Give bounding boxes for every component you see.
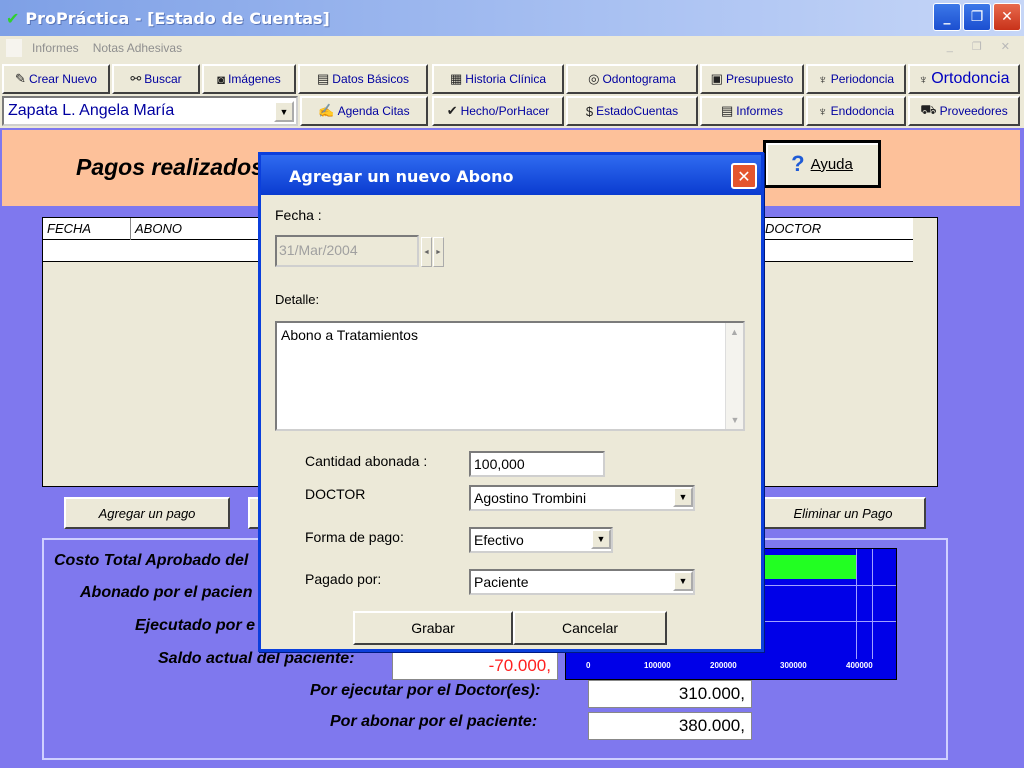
informes-button[interactable]: ▤ Informes: [700, 96, 804, 126]
payment-method-select[interactable]: Efectivo ▼: [469, 527, 613, 553]
save-button[interactable]: Grabar: [353, 611, 513, 645]
column-fecha[interactable]: FECHA: [43, 218, 131, 240]
payment-method-label: Forma de pago:: [305, 529, 404, 545]
patient-select[interactable]: Zapata L. Angela María ▼: [2, 96, 298, 126]
date-label: Fecha :: [275, 207, 322, 223]
check-icon: ✔: [446, 103, 458, 118]
help-button[interactable]: ? Ayuda: [763, 140, 881, 188]
historia-clinica-button[interactable]: ▦ Historia Clínica: [432, 64, 564, 94]
odontograma-button[interactable]: ◎ Odontograma: [566, 64, 698, 94]
chevron-down-icon[interactable]: ▼: [673, 571, 693, 591]
date-field[interactable]: 31/Mar/2004: [275, 235, 419, 267]
chevron-down-icon[interactable]: ▼: [591, 529, 611, 549]
proveedores-button[interactable]: ⛟ Proveedores: [908, 96, 1020, 126]
restore-icon[interactable]: ❐: [963, 3, 991, 31]
presupuesto-button[interactable]: ▣ Presupuesto: [700, 64, 804, 94]
chart-tick-label: 200000: [710, 661, 737, 670]
doctor-label: DOCTOR: [305, 486, 366, 502]
checkmark-icon: ✔: [6, 8, 20, 28]
delete-payment-button[interactable]: Eliminar un Pago: [760, 497, 926, 529]
imagenes-button[interactable]: ◙ Imágenes: [202, 64, 296, 94]
add-payment-button[interactable]: Agregar un pago: [64, 497, 230, 529]
camera-icon: ◙: [217, 71, 226, 87]
hecho-por-hacer-button[interactable]: ✔ Hecho/PorHacer: [432, 96, 564, 126]
column-doctor[interactable]: DOCTOR: [761, 218, 913, 240]
close-icon[interactable]: ✕: [731, 163, 757, 189]
paid-by-select[interactable]: Paciente ▼: [469, 569, 695, 595]
odontogram-icon: ◎: [588, 71, 600, 86]
page-title: Pagos realizados: [76, 154, 264, 180]
window-controls: _ ❐ ✕: [933, 3, 1021, 31]
ortodoncia-button[interactable]: ♆ Ortodoncia: [908, 64, 1020, 94]
chart-tick-label: 300000: [780, 661, 807, 670]
datos-basicos-button[interactable]: ▤ Datos Básicos: [298, 64, 428, 94]
periodoncia-button[interactable]: ♆ Periodoncia: [806, 64, 906, 94]
money-icon: $: [585, 103, 594, 119]
window-title: ProPráctica - [Estado de Cuentas]: [25, 8, 330, 28]
amount-label: Cantidad abonada :: [305, 453, 428, 469]
question-icon: ?: [791, 151, 805, 176]
chart-tick-label: 400000: [846, 661, 873, 670]
scroll-up-icon[interactable]: ▲: [726, 323, 743, 341]
printer-icon: ▦: [450, 71, 463, 86]
menu-notas-adhesivas[interactable]: Notas Adhesivas: [93, 41, 182, 55]
column-abono[interactable]: ABONO: [131, 218, 261, 240]
braces-icon: ♆: [918, 71, 929, 87]
tooth-icon: ♆: [817, 103, 828, 119]
doctor-select[interactable]: Agostino Trombini ▼: [469, 485, 695, 511]
pointer-icon: ✎: [15, 71, 26, 86]
minimize-icon[interactable]: _: [933, 3, 961, 31]
close-icon[interactable]: ✕: [993, 3, 1021, 31]
balance-value: -70.000,: [392, 652, 558, 680]
add-payment-dialog: Agregar un nuevo Abono ✕ Fecha : 31/Mar/…: [258, 152, 764, 652]
chevron-down-icon[interactable]: ▼: [673, 487, 693, 507]
chevron-down-icon[interactable]: ▼: [274, 101, 294, 122]
buscar-button[interactable]: ⚯ Buscar: [112, 64, 200, 94]
crear-nuevo-button[interactable]: ✎ Crear Nuevo: [2, 64, 110, 94]
mdi-controls[interactable]: _ ❐ ✕: [947, 40, 1018, 53]
paid-by-label: Pagado por:: [305, 571, 382, 587]
executed-label: Ejecutado por e: [135, 617, 256, 634]
agenda-icon: ✍: [318, 103, 335, 118]
chart-tick-label: 100000: [644, 661, 671, 670]
chart-tick-label: 0: [586, 661, 591, 670]
agenda-citas-button[interactable]: ✍ Agenda Citas: [300, 96, 428, 126]
document-icon: ▤: [721, 103, 734, 118]
estado-cuentas-button[interactable]: $ EstadoCuentas: [566, 96, 698, 126]
endodoncia-button[interactable]: ♆ Endodoncia: [806, 96, 906, 126]
amount-field[interactable]: 100,000: [469, 451, 605, 477]
menu-grip: [6, 39, 22, 57]
tooth-icon: ♆: [817, 71, 828, 87]
spin-right-icon[interactable]: ►: [433, 237, 444, 267]
menu-informes[interactable]: Informes: [32, 41, 79, 55]
truck-icon: ⛟: [920, 102, 937, 117]
cancel-button[interactable]: Cancelar: [513, 611, 667, 645]
menu-bar: Informes Notas Adhesivas: [0, 36, 1024, 60]
to-pay-label: Por abonar por el paciente:: [330, 713, 538, 730]
dialog-title: Agregar un nuevo Abono: [289, 167, 514, 186]
chart-gridline: [856, 549, 857, 659]
title-bar: ✔ ProPráctica - [Estado de Cuentas] _ ❐ …: [0, 0, 1024, 36]
binoculars-icon: ⚯: [130, 71, 142, 86]
detail-textarea[interactable]: Abono a Tratamientos ▲ ▼: [275, 321, 745, 431]
to-execute-value: 310.000,: [588, 680, 752, 708]
chart-gridline: [872, 549, 873, 659]
balance-label: Saldo actual del paciente:: [158, 650, 355, 667]
approved-cost-label: Costo Total Aprobado del: [54, 552, 249, 569]
scrollbar[interactable]: ▲ ▼: [725, 323, 743, 429]
to-pay-value: 380.000,: [588, 712, 752, 740]
detail-label: Detalle:: [275, 292, 320, 307]
paid-label: Abonado por el pacien: [80, 584, 253, 601]
spin-left-icon[interactable]: ◄: [421, 237, 432, 267]
dialog-title-bar: Agregar un nuevo Abono ✕: [261, 155, 761, 195]
detail-text: Abono a Tratamientos: [281, 327, 418, 343]
scroll-down-icon[interactable]: ▼: [726, 411, 744, 429]
keyboard-icon: ▣: [710, 71, 723, 86]
card-icon: ▤: [317, 71, 330, 86]
to-execute-label: Por ejecutar por el Doctor(es):: [310, 682, 541, 699]
